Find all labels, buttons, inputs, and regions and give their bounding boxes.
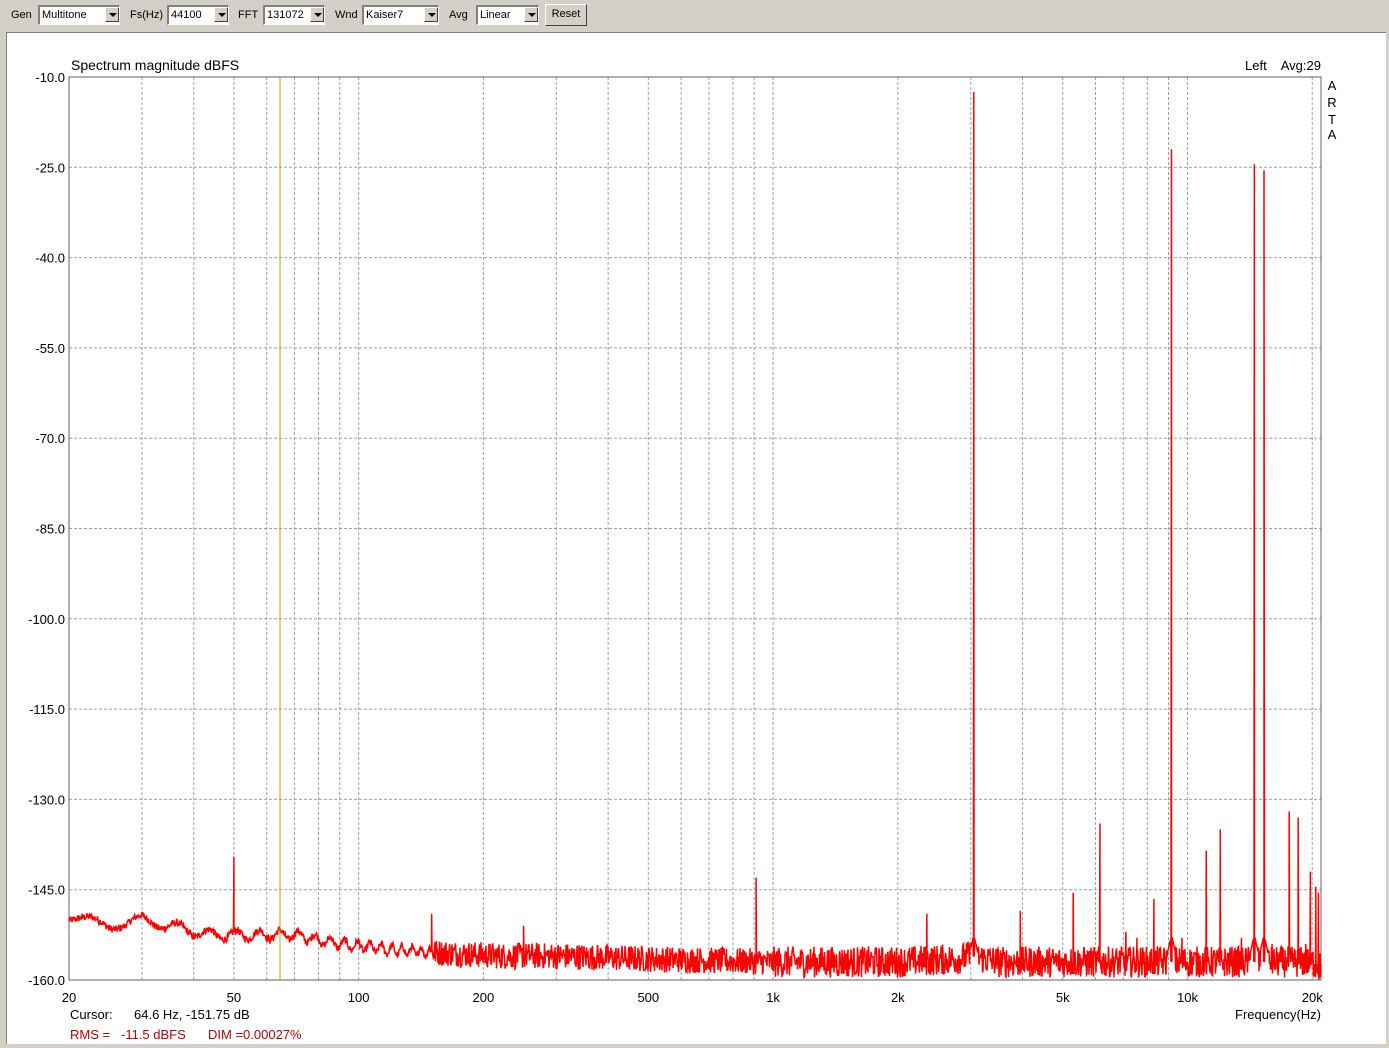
spectrum-trace xyxy=(68,92,1322,980)
toolbar: Gen Multitone Fs(Hz) 44100 FFT 131072 Wn… xyxy=(0,0,1389,30)
y-tick-label: -70.0 xyxy=(35,431,65,446)
reset-button[interactable]: Reset xyxy=(545,4,587,26)
chevron-down-icon[interactable] xyxy=(424,7,438,22)
x-tick-label: 1k xyxy=(766,990,780,1005)
brand-letter: A xyxy=(1328,78,1337,93)
x-tick-label: 10k xyxy=(1177,990,1198,1005)
y-tick-label: -25.0 xyxy=(35,160,65,175)
fs-label: Fs(Hz) xyxy=(130,9,163,21)
channel-label: Left xyxy=(1245,58,1267,73)
chevron-down-icon[interactable] xyxy=(214,7,228,22)
grid xyxy=(68,76,1322,981)
x-tick-label: 50 xyxy=(227,990,241,1005)
x-axis-label: Frequency(Hz) xyxy=(1235,1007,1321,1022)
y-tick-labels: -10.0 -25.0 -40.0 -55.0 -70.0 -85.0 -100.0 -115… xyxy=(28,70,65,988)
wnd-label: Wnd xyxy=(335,9,358,21)
gen-value: Multitone xyxy=(42,9,87,21)
wnd-select[interactable]: Kaiser7 xyxy=(362,5,439,25)
dim-value: DIM =0.00027% xyxy=(208,1027,302,1042)
fft-select[interactable]: 131072 xyxy=(263,5,325,25)
chevron-down-icon[interactable] xyxy=(310,7,324,22)
x-tick-labels: 20 50 100 200 500 1k 2k 5k 10k 20k xyxy=(62,990,1323,1005)
chevron-down-icon[interactable] xyxy=(524,7,538,22)
brand-letter: T xyxy=(1328,112,1336,127)
fs-select[interactable]: 44100 xyxy=(167,5,229,25)
x-tick-label: 20 xyxy=(62,990,76,1005)
x-tick-label: 200 xyxy=(473,990,495,1005)
x-tick-label: 100 xyxy=(348,990,370,1005)
chevron-down-icon[interactable] xyxy=(105,7,119,22)
x-tick-label: 20k xyxy=(1302,990,1323,1005)
cursor-label: Cursor: xyxy=(70,1007,113,1022)
rms-label: RMS = xyxy=(70,1027,110,1042)
avg-count: Avg:29 xyxy=(1281,58,1321,73)
y-tick-label: -85.0 xyxy=(35,522,65,537)
rms-value: -11.5 dBFS xyxy=(121,1027,186,1042)
y-tick-label: -160.0 xyxy=(28,973,65,988)
spectrum-chart[interactable]: -10.0 -25.0 -40.0 -55.0 -70.0 -85.0 -100.0 -115… xyxy=(7,33,1385,1043)
fft-value: 131072 xyxy=(267,9,304,21)
fs-value: 44100 xyxy=(171,9,202,21)
avg-label: Avg xyxy=(449,9,468,21)
avg-value: Linear xyxy=(480,9,511,21)
brand-letter: A xyxy=(1328,127,1337,142)
y-tick-label: -115.0 xyxy=(29,702,65,717)
y-tick-label: -55.0 xyxy=(35,341,65,356)
y-tick-label: -100.0 xyxy=(28,612,65,627)
x-tick-label: 500 xyxy=(637,990,659,1005)
y-tick-label: -10.0 xyxy=(35,70,65,85)
y-tick-label: -130.0 xyxy=(28,792,65,807)
y-tick-label: -145.0 xyxy=(28,883,65,898)
gen-select[interactable]: Multitone xyxy=(38,5,120,25)
gen-label: Gen xyxy=(11,9,32,21)
x-tick-label: 2k xyxy=(891,990,905,1005)
fft-label: FFT xyxy=(238,9,259,21)
avg-select[interactable]: Linear xyxy=(476,5,539,25)
x-tick-label: 5k xyxy=(1056,990,1070,1005)
brand-letter: R xyxy=(1327,95,1336,110)
wnd-value: Kaiser7 xyxy=(366,9,404,21)
plot-frame: -10.0 -25.0 -40.0 -55.0 -70.0 -85.0 -100.0 -115… xyxy=(6,32,1386,1044)
chart-title: Spectrum magnitude dBFS xyxy=(71,57,239,73)
y-tick-label: -40.0 xyxy=(35,251,65,266)
cursor-readout: 64.6 Hz, -151.75 dB xyxy=(134,1007,250,1022)
